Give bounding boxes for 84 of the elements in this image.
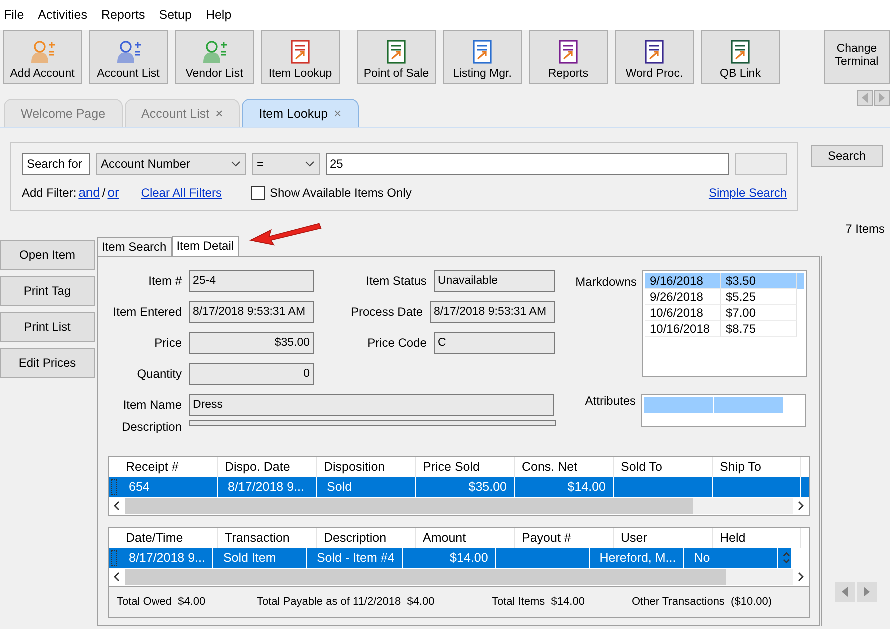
and-link[interactable]: and: [78, 185, 100, 200]
read-only-field: Dress: [189, 394, 554, 416]
filter-label: Add Filter:: [22, 186, 77, 200]
total-text: Total Items $14.00: [492, 596, 586, 608]
search-field[interactable]: 25: [326, 153, 729, 175]
field-label: Markdowns: [574, 275, 637, 289]
field-label: Item Name: [122, 398, 182, 412]
action-button[interactable]: Edit Prices: [0, 348, 95, 378]
read-only-field: 8/17/2018 9:53:31 AM: [430, 301, 555, 323]
list-row[interactable]: 9/26/2018 $5.25: [645, 289, 804, 305]
or-link[interactable]: or: [108, 185, 120, 200]
field-label: Item Entered: [112, 305, 182, 319]
read-only-field: $35.00: [189, 332, 314, 354]
tab[interactable]: Account List ×: [124, 99, 240, 127]
field-label: Price: [154, 336, 182, 350]
toolbar-button[interactable]: Add Account: [3, 30, 82, 84]
total-text: Total Owed $4.00: [117, 596, 207, 608]
tab[interactable]: Item Lookup ×: [242, 99, 359, 127]
spin-icon[interactable]: [782, 550, 792, 566]
action-button[interactable]: Print Tag: [0, 276, 95, 306]
close-icon[interactable]: ×: [216, 106, 224, 121]
field-label: Item #: [148, 274, 182, 288]
chevron-icon: [231, 161, 241, 167]
toolbar-button[interactable]: Reports: [529, 30, 608, 84]
scroll-left-icon[interactable]: [113, 572, 121, 582]
next-icon[interactable]: [857, 582, 877, 602]
read-only-field: C: [434, 332, 555, 354]
simple-search-link[interactable]: Simple Search: [708, 186, 787, 200]
toolbar-button[interactable]: Word Proc.: [615, 30, 694, 84]
list-row[interactable]: 10/6/2018 $7.00: [645, 305, 804, 321]
menu-item[interactable]: File: [4, 8, 24, 22]
scrollbar-thumb[interactable]: [125, 569, 726, 585]
person-icon: [116, 39, 142, 65]
read-only-field: 0: [189, 363, 314, 385]
toolbar-button[interactable]: Item Lookup: [261, 30, 340, 84]
chevron-icon: [305, 161, 315, 167]
input-field[interactable]: [735, 153, 787, 175]
field-label: Quantity: [136, 367, 182, 381]
scroll-right-icon[interactable]: [797, 501, 805, 511]
slash-text: /: [102, 186, 106, 200]
grid-row[interactable]: 654 8/17/2018 9... Sold $35.00 $14.00: [109, 477, 809, 497]
toolbar-button[interactable]: QB Link: [701, 30, 780, 84]
menu-item[interactable]: Setup: [159, 8, 192, 22]
read-only-field: 8/17/2018 9:53:31 AM: [189, 301, 314, 323]
scroll-right-icon[interactable]: [797, 572, 805, 582]
tab[interactable]: Item Search: [97, 237, 172, 256]
checkbox[interactable]: [250, 186, 265, 200]
search-button[interactable]: Search: [811, 145, 883, 167]
menu-item[interactable]: Activities: [38, 8, 88, 22]
scroll-left-icon[interactable]: [113, 501, 121, 511]
field-label: Description: [120, 420, 182, 434]
person-icon: [30, 39, 56, 65]
field-label: Item Status: [365, 274, 427, 288]
operator-dropdown[interactable]: =: [252, 153, 320, 175]
person-icon: [202, 39, 228, 65]
total-text: Total Payable as of 11/2/2018 $4.00: [257, 596, 436, 608]
action-button[interactable]: Open Item: [0, 240, 95, 270]
tab[interactable]: Item Detail: [172, 236, 240, 256]
read-only-field: Unavailable: [434, 270, 555, 292]
field-label: Attributes: [584, 394, 636, 408]
close-icon[interactable]: ×: [334, 106, 342, 121]
total-text: Other Transactions ($10.00): [632, 596, 772, 608]
list-row[interactable]: 10/16/2018 $8.75: [645, 321, 804, 337]
previous-icon[interactable]: [835, 582, 855, 602]
item-count: 7 Items: [846, 222, 885, 236]
menu-item[interactable]: Reports: [101, 8, 146, 22]
search-label: Search for: [22, 153, 90, 175]
action-button[interactable]: Print List: [0, 312, 95, 342]
toolbar-button[interactable]: Account List: [89, 30, 168, 84]
read-only-field: 25-4: [189, 270, 314, 292]
grid-row[interactable]: 8/17/2018 9... Sold Item Sold - Item #4 $14.00 Hereford, M... No: [109, 548, 791, 568]
toolbar-button[interactable]: Point of Sale: [357, 30, 436, 84]
menu-item[interactable]: Help: [206, 8, 232, 22]
field-label: Price Code: [366, 336, 427, 350]
toolbar-button[interactable]: Vendor List: [175, 30, 254, 84]
field-label: Process Date: [350, 305, 423, 319]
checkbox-label: Show Available Items Only: [270, 186, 412, 200]
change-terminal-button[interactable]: Change Terminal: [824, 30, 890, 84]
tab[interactable]: Welcome Page: [4, 99, 123, 127]
toolbar-button[interactable]: Listing Mgr.: [443, 30, 522, 84]
field-dropdown[interactable]: Account Number: [96, 153, 246, 175]
list-row[interactable]: 9/16/2018 $3.50: [645, 273, 804, 289]
clear-filters-link[interactable]: Clear All Filters: [141, 186, 222, 200]
scrollbar-thumb[interactable]: [125, 498, 693, 514]
